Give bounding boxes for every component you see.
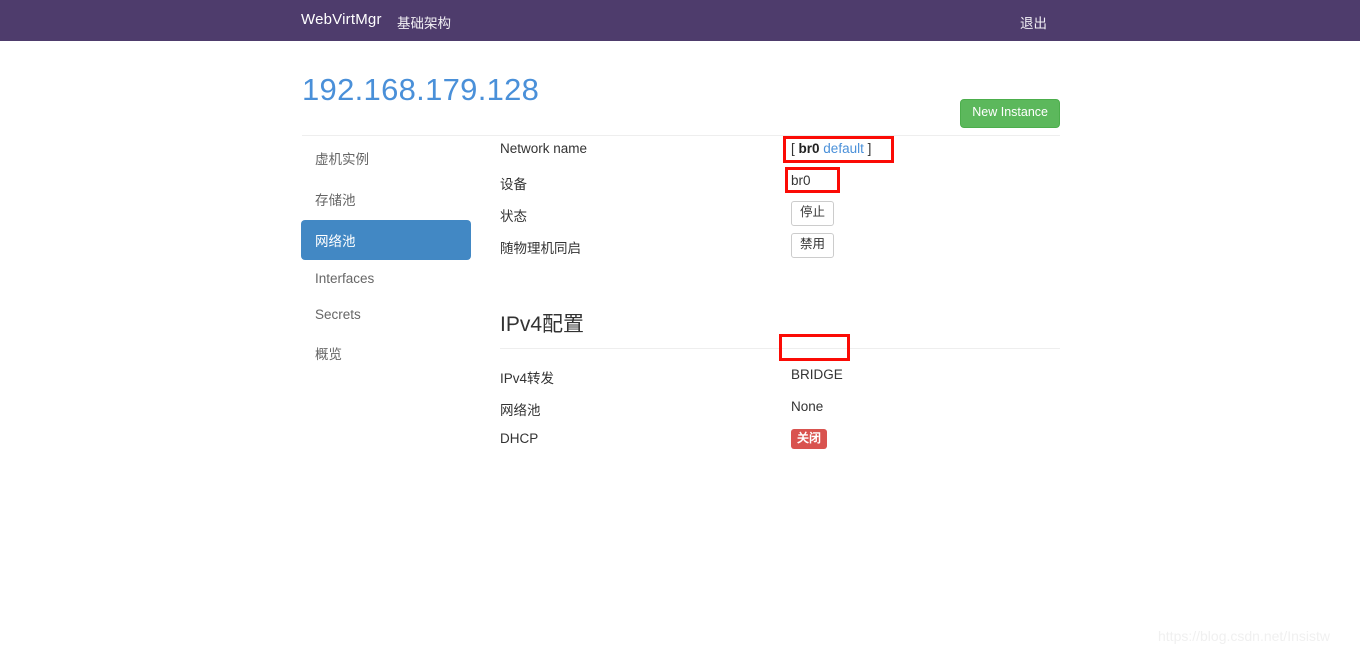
ipv4-section-divider [500, 348, 1060, 349]
value-dhcp: 关闭 [791, 429, 828, 450]
sidebar-nav: 虚机实例 存储池 网络池 Interfaces Secrets 概览 [301, 138, 471, 374]
stop-network-button[interactable]: 停止 [791, 201, 835, 226]
page-container: 192.168.179.128 New Instance 虚机实例 存储池 网络… [300, 41, 1060, 657]
value-ipv4-network-pool: None [791, 399, 824, 414]
row-dhcp: DHCP 关闭 [500, 428, 1060, 460]
navbar-inner: WebVirtMgr 基础架构 退出 [300, 0, 1060, 41]
value-ipv4-forward: BRIDGE [791, 367, 843, 382]
row-state: 状态 停止 [500, 201, 1060, 234]
value-device: br0 [791, 173, 811, 188]
label-ipv4-forward: IPv4转发 [500, 371, 555, 386]
sidebar-item-interfaces[interactable]: Interfaces [301, 261, 471, 296]
sidebar-item-overview[interactable]: 概览 [301, 333, 471, 373]
row-network-name: Network name [ br0 default ] [500, 138, 1060, 170]
nav-item-infrastructure[interactable]: 基础架构 [397, 12, 451, 32]
page-title: 192.168.179.128 [302, 72, 540, 107]
page-header: 192.168.179.128 New Instance [302, 67, 1060, 136]
value-autostart: 禁用 [791, 233, 835, 258]
network-name-bracket-open: [ [791, 141, 799, 156]
label-network-name: Network name [500, 141, 588, 156]
label-state: 状态 [500, 209, 527, 224]
label-device: 设备 [500, 177, 527, 192]
new-instance-button[interactable]: New Instance [960, 99, 1060, 128]
brand-logo[interactable]: WebVirtMgr [301, 11, 382, 28]
label-dhcp: DHCP [500, 431, 539, 446]
network-name-text: br0 [798, 141, 820, 156]
row-ipv4-network-pool: 网络池 None [500, 396, 1060, 428]
network-detail-panel: Network name [ br0 default ] 设备 br0 状态 停… [500, 138, 1060, 460]
ipv4-section-header: IPv4配置 [500, 308, 1060, 364]
sidebar-item-instances[interactable]: 虚机实例 [301, 138, 471, 178]
logout-link[interactable]: 退出 [1020, 12, 1047, 32]
sidebar-item-network-pools[interactable]: 网络池 [301, 220, 471, 260]
ipv4-section-title: IPv4配置 [500, 313, 585, 336]
value-network-name: [ br0 default ] [791, 141, 871, 156]
row-ipv4-forward: IPv4转发 BRIDGE [500, 364, 1060, 396]
sidebar-item-secrets[interactable]: Secrets [301, 297, 471, 332]
value-state: 停止 [791, 201, 835, 226]
watermark-text: https://blog.csdn.net/Insistw [1158, 628, 1330, 644]
network-name-bracket-close: ] [863, 141, 872, 156]
label-ipv4-network-pool: 网络池 [500, 403, 541, 418]
top-navbar: WebVirtMgr 基础架构 退出 [0, 0, 1360, 41]
row-autostart: 随物理机同启 禁用 [500, 233, 1060, 266]
disable-autostart-button[interactable]: 禁用 [791, 233, 835, 258]
dhcp-status-badge: 关闭 [791, 429, 828, 450]
network-name-default-tag: default [823, 141, 864, 156]
sidebar-item-storage-pools[interactable]: 存储池 [301, 179, 471, 219]
row-device: 设备 br0 [500, 170, 1060, 202]
label-autostart: 随物理机同启 [500, 241, 581, 256]
